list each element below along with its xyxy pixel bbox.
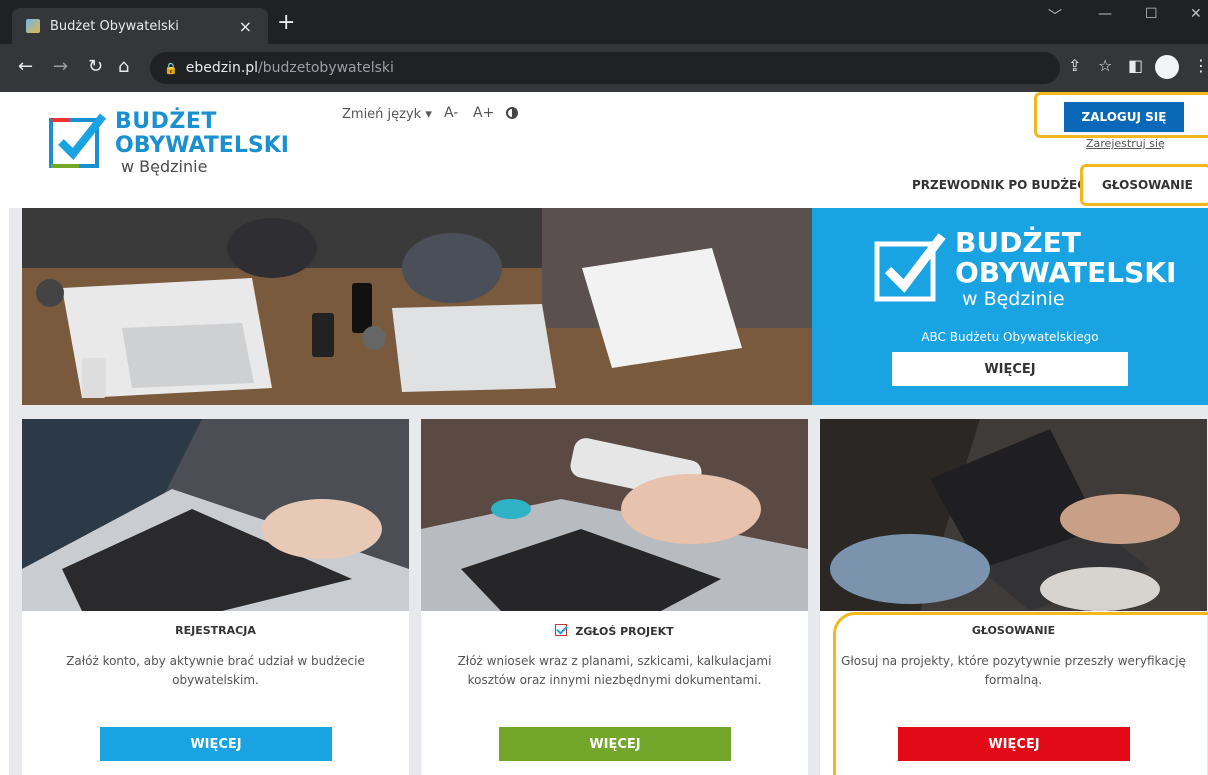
logo-title-line2[interactable]: OBYWATELSKI xyxy=(115,134,289,158)
close-window-button[interactable]: ✕ xyxy=(1190,6,1202,22)
language-switcher[interactable]: Zmień język ▾ xyxy=(342,107,432,122)
voting-card-highlight xyxy=(833,612,1208,775)
hero-photo xyxy=(22,208,813,405)
hero-more-button[interactable]: WIĘCEJ xyxy=(892,352,1128,386)
maximize-button[interactable]: ☐ xyxy=(1145,6,1158,22)
font-decrease-button[interactable]: A- xyxy=(444,105,458,121)
card-description: Załóż konto, aby aktywnie brać udział w … xyxy=(66,654,365,687)
person-laptop-image xyxy=(820,419,1207,611)
card-title: REJESTRACJA xyxy=(175,624,256,637)
forward-icon[interactable]: → xyxy=(53,56,68,78)
card-title-text: ZGŁOŚ PROJEKT xyxy=(575,625,674,638)
site-favicon-icon xyxy=(26,19,40,33)
web-page: BUDŻET OBYWATELSKI w Będzinie Zmień języ… xyxy=(9,92,1208,775)
card-photo xyxy=(22,419,409,611)
share-icon[interactable]: ⇪ xyxy=(1068,56,1081,75)
menu-icon[interactable]: ⋮ xyxy=(1193,56,1208,75)
url-host: ebedzin.pl xyxy=(185,60,259,76)
submit-project-more-button[interactable]: WIĘCEJ xyxy=(499,727,731,761)
address-bar[interactable]: 🔒 ebedzin.pl /budzetobywatelski xyxy=(150,52,1060,84)
browser-tab[interactable]: Budżet Obywatelski × xyxy=(12,8,268,44)
nav-item-guide[interactable]: PRZEWODNIK PO BUDŻECIE xyxy=(912,178,1099,192)
hero-logo-line2: OBYWATELSKI xyxy=(955,256,1177,289)
register-link[interactable]: Zarejestruj się xyxy=(1086,137,1165,150)
font-increase-button[interactable]: A+ xyxy=(473,105,494,121)
lock-icon[interactable]: 🔒 xyxy=(164,62,178,75)
hero-subtitle: ABC Budżetu Obywatelskiego xyxy=(921,330,1099,344)
card-photo xyxy=(421,419,808,611)
tab-search-icon[interactable]: ﹀ xyxy=(1048,6,1062,26)
new-tab-button[interactable]: + xyxy=(277,12,295,34)
star-icon[interactable]: ☆ xyxy=(1098,56,1112,75)
logo-title-line1[interactable]: BUDŻET xyxy=(115,110,217,134)
card-title: ZGŁOŚ PROJEKT xyxy=(421,624,808,638)
browser-tab-bar: Budżet Obywatelski × + ﹀ — ☐ ✕ xyxy=(0,0,1208,44)
browser-toolbar: ← → ↻ ⌂ 🔒 ebedzin.pl /budzetobywatelski … xyxy=(0,44,1208,92)
tab-close-button[interactable]: × xyxy=(239,17,252,36)
sidepanel-icon[interactable]: ◧ xyxy=(1128,56,1143,75)
card-registration: REJESTRACJA Załóż konto, aby aktywnie br… xyxy=(22,419,409,775)
logo-title-line3[interactable]: w Będzinie xyxy=(121,158,207,176)
checkbox-icon xyxy=(555,624,568,636)
url-path: /budzetobywatelski xyxy=(258,60,394,76)
back-icon[interactable]: ← xyxy=(18,56,33,78)
card-submit-project: ZGŁOŚ PROJEKT Złóż wniosek wraz z planam… xyxy=(421,419,808,775)
home-icon[interactable]: ⌂ xyxy=(118,56,129,78)
card-photo xyxy=(820,419,1207,611)
site-header: BUDŻET OBYWATELSKI w Będzinie Zmień języ… xyxy=(9,92,1208,208)
nav-item-voting[interactable]: GŁOSOWANIE xyxy=(1102,178,1193,192)
reload-icon[interactable]: ↻ xyxy=(88,56,103,78)
contrast-icon[interactable] xyxy=(506,107,518,119)
tab-title: Budżet Obywatelski xyxy=(50,18,179,34)
hero-promo-panel: BUDŻET OBYWATELSKI w Będzinie ABC Budżet… xyxy=(812,208,1208,405)
login-button[interactable]: ZALOGUJ SIĘ xyxy=(1064,102,1184,132)
phone-laptop-image xyxy=(421,419,808,611)
minimize-button[interactable]: — xyxy=(1098,6,1112,22)
laptop-typing-image xyxy=(22,419,409,611)
hero-logo-line1: BUDŻET xyxy=(955,226,1081,259)
hero-logo-line3: w Będzinie xyxy=(962,288,1065,310)
registration-more-button[interactable]: WIĘCEJ xyxy=(100,727,332,761)
profile-icon[interactable] xyxy=(1155,55,1179,79)
hero-desk-image xyxy=(22,208,813,405)
card-description: Złóż wniosek wraz z planami, szkicami, k… xyxy=(457,654,772,687)
logo-checkbox-icon[interactable] xyxy=(49,112,107,168)
hero-logo-checkbox-icon xyxy=(874,233,946,302)
